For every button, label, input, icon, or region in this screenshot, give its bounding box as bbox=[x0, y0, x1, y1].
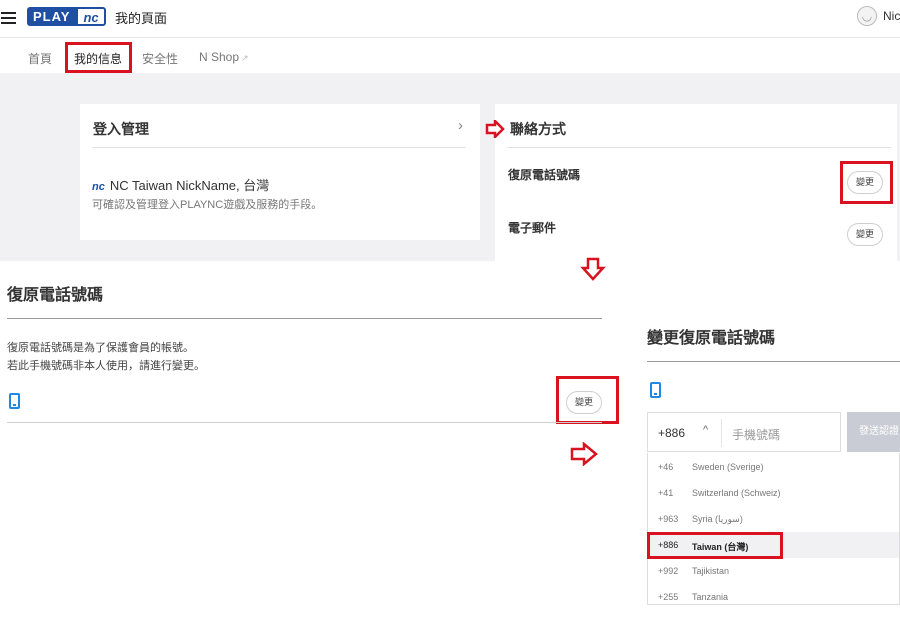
contact-card: 聯絡方式 復原電話號碼 變更 電子郵件 變更 bbox=[495, 104, 897, 261]
account-name: NC Taiwan NickName, 台灣 bbox=[109, 178, 270, 193]
country-option-name: Tanzania bbox=[692, 592, 729, 602]
nc-badge-icon: nc bbox=[92, 181, 105, 193]
highlight-box bbox=[65, 42, 132, 73]
phone-number-input[interactable]: 手機號碼 bbox=[732, 426, 780, 443]
user-menu[interactable]: ◡ Nic bbox=[857, 6, 900, 26]
mobile-phone-icon bbox=[9, 393, 20, 409]
step-arrow-right-icon bbox=[570, 442, 598, 466]
divider bbox=[92, 147, 466, 148]
recovery-panel-title: 復原電話號碼 bbox=[7, 287, 104, 304]
country-option-code: +255 bbox=[658, 592, 679, 602]
country-option-code: +41 bbox=[658, 488, 674, 498]
mobile-phone-icon bbox=[650, 382, 661, 398]
divider bbox=[647, 361, 900, 362]
highlight-box bbox=[556, 376, 619, 424]
menu-icon[interactable] bbox=[1, 12, 16, 24]
recovery-description-line2: 若此手機號碼非本人使用，請進行變更。 bbox=[7, 360, 205, 372]
top-bar: PLAY nc 我的頁面 ◡ Nic bbox=[0, 0, 900, 38]
page-title: 我的頁面 bbox=[115, 11, 168, 26]
country-option[interactable]: +963 Syria (سوريا) bbox=[648, 506, 899, 532]
divider bbox=[507, 147, 891, 148]
login-management-card: 登入管理 › nc NC Taiwan NickName, 台灣 可確認及管理登入… bbox=[80, 104, 480, 240]
phone-input-row: +886 ^ 手機號碼 bbox=[647, 412, 841, 452]
email-change-button[interactable]: 變更 bbox=[847, 223, 883, 246]
avatar-icon: ◡ bbox=[857, 6, 877, 26]
tab-nshop[interactable]: N Shop ↗ bbox=[199, 50, 249, 64]
divider bbox=[721, 419, 722, 447]
plaync-logo[interactable]: PLAY nc bbox=[27, 7, 106, 26]
nav-tabs: 首頁 我的信息 安全性 N Shop ↗ bbox=[0, 39, 900, 73]
country-option[interactable]: +992 Tajikistan bbox=[648, 558, 899, 584]
country-option[interactable]: +41 Switzerland (Schweiz) bbox=[648, 480, 899, 506]
highlight-box bbox=[647, 532, 783, 559]
country-option-code: +992 bbox=[658, 566, 679, 576]
login-card-title: 登入管理 bbox=[93, 121, 149, 137]
highlight-box bbox=[840, 161, 893, 204]
country-option-name: Syria (سوريا) bbox=[692, 514, 743, 524]
recovery-description-line1: 復原電話號碼是為了保護會員的帳號。 bbox=[7, 342, 194, 354]
divider bbox=[7, 422, 602, 423]
send-verification-button[interactable]: 發送認證 bbox=[847, 412, 900, 452]
account-info: nc NC Taiwan NickName, 台灣 bbox=[92, 175, 269, 194]
step-arrow-down-icon bbox=[580, 257, 606, 281]
country-option[interactable]: +46 Sweden (Sverige) bbox=[648, 454, 899, 480]
user-name: Nic bbox=[883, 9, 900, 23]
tab-security[interactable]: 安全性 bbox=[142, 50, 178, 67]
country-code-select[interactable]: +886 bbox=[658, 426, 685, 440]
login-card-description: 可確認及管理登入PLAYNC遊戲及服務的手段。 bbox=[92, 199, 323, 211]
country-option-name: Sweden (Sverige) bbox=[692, 462, 764, 472]
country-option-code: +46 bbox=[658, 462, 674, 472]
email-label: 電子郵件 bbox=[508, 221, 557, 235]
external-link-icon: ↗ bbox=[241, 53, 249, 63]
country-code-dropdown: +46 Sweden (Sverige) +41 Switzerland (Sc… bbox=[647, 453, 900, 605]
recovery-phone-label: 復原電話號碼 bbox=[508, 168, 581, 182]
country-option-name: Switzerland (Schweiz) bbox=[692, 488, 781, 498]
country-option[interactable]: +255 Tanzania bbox=[648, 584, 899, 604]
country-option-code: +963 bbox=[658, 514, 679, 524]
tab-home[interactable]: 首頁 bbox=[28, 50, 52, 67]
chevron-up-icon[interactable]: ^ bbox=[703, 424, 708, 436]
country-option-name: Tajikistan bbox=[692, 566, 730, 576]
divider bbox=[7, 318, 602, 319]
tab-nshop-label: N Shop bbox=[199, 50, 240, 64]
step-arrow-right-icon bbox=[485, 120, 505, 138]
contact-card-title: 聯絡方式 bbox=[510, 121, 566, 137]
chevron-right-icon[interactable]: › bbox=[458, 117, 463, 134]
change-panel-title: 變更復原電話號碼 bbox=[647, 330, 776, 347]
